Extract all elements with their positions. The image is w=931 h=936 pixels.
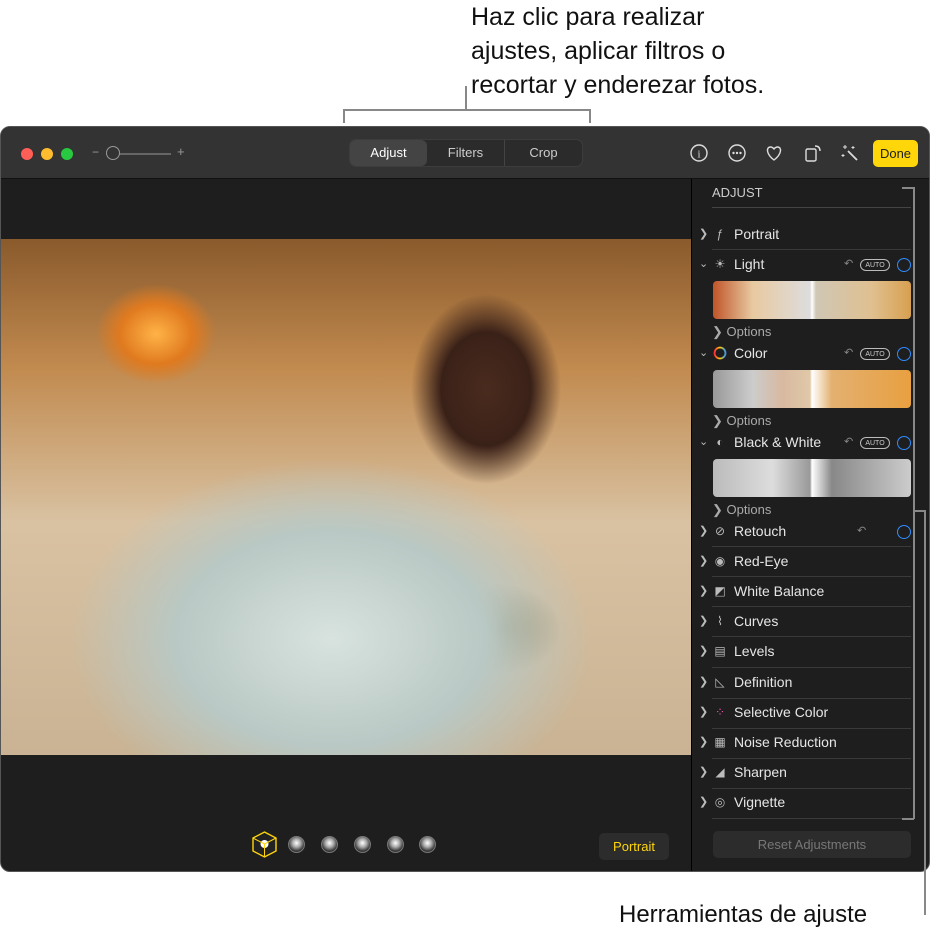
undo-icon[interactable]: ↶ xyxy=(844,257,853,270)
tool-curves[interactable]: ❯ ⌇ Curves xyxy=(699,611,911,637)
levels-icon: ▤ xyxy=(714,644,726,658)
auto-button[interactable]: AUTO xyxy=(860,259,890,271)
close-button[interactable] xyxy=(21,148,33,160)
zoom-out-icon: − xyxy=(92,145,100,159)
lighting-option-studio[interactable] xyxy=(321,836,338,853)
more-icon[interactable] xyxy=(727,143,747,163)
tool-vignette[interactable]: ❯ ◎ Vignette xyxy=(699,792,911,819)
undo-icon[interactable]: ↶ xyxy=(844,346,853,359)
chevron-right-icon: ❯ xyxy=(699,766,709,778)
rotate-icon[interactable] xyxy=(803,143,823,163)
tool-levels[interactable]: ❯ ▤ Levels xyxy=(699,641,911,668)
sidebar-heading: ADJUST xyxy=(712,185,763,200)
tool-white-balance[interactable]: ❯ ◩ White Balance xyxy=(699,581,911,607)
svg-text:i: i xyxy=(697,149,700,161)
zoom-in-icon: + xyxy=(177,144,185,159)
callout-line xyxy=(465,86,467,110)
chevron-right-icon: ❯ xyxy=(699,228,709,240)
callout-bracket xyxy=(343,109,590,111)
color-options[interactable]: ❯ Options xyxy=(712,413,771,429)
definition-icon: ◺ xyxy=(715,675,725,689)
chevron-down-icon: ⌄ xyxy=(699,258,709,270)
lighting-option-contour[interactable] xyxy=(354,836,371,853)
tool-light[interactable]: ⌄ ☀ Light ↶ AUTO xyxy=(692,254,912,278)
magic-wand-icon[interactable] xyxy=(840,143,860,163)
info-icon[interactable]: i xyxy=(689,143,709,163)
light-slider[interactable] xyxy=(713,281,911,319)
eye-icon: ◉ xyxy=(714,554,726,568)
black-white-slider[interactable] xyxy=(713,459,911,497)
portrait-button[interactable]: Portrait xyxy=(599,833,669,860)
tool-selective-color[interactable]: ❯ ⁘ Selective Color xyxy=(699,702,911,729)
tool-noise-reduction[interactable]: ❯ ▦ Noise Reduction xyxy=(699,732,911,759)
tool-red-eye[interactable]: ❯ ◉ Red-Eye xyxy=(699,551,911,577)
tab-adjust[interactable]: Adjust xyxy=(350,140,427,166)
reset-adjustments-button[interactable]: Reset Adjustments xyxy=(713,831,911,858)
enable-toggle[interactable] xyxy=(897,347,911,361)
chevron-right-icon: ❯ xyxy=(699,645,709,657)
done-button[interactable]: Done xyxy=(873,140,918,167)
enable-toggle[interactable] xyxy=(897,525,911,539)
callout-bottom: Herramientas de ajuste xyxy=(619,901,868,928)
chevron-right-icon: ❯ xyxy=(699,676,709,688)
white-balance-icon: ◩ xyxy=(714,584,726,598)
tool-retouch[interactable]: ❯ ⊘ Retouch ↶ xyxy=(699,521,911,547)
curves-icon: ⌇ xyxy=(717,614,723,628)
lighting-option-natural[interactable] xyxy=(288,836,305,853)
lighting-option-stage[interactable] xyxy=(387,836,404,853)
black-white-options[interactable]: ❯ Options xyxy=(712,502,771,518)
color-dots-icon: ⁘ xyxy=(714,705,726,719)
chevron-right-icon: ❯ xyxy=(699,555,709,567)
tool-definition[interactable]: ❯ ◺ Definition xyxy=(699,672,911,699)
auto-button[interactable]: AUTO xyxy=(860,348,890,360)
auto-button[interactable]: AUTO xyxy=(860,437,890,449)
portrait-lighting-cube-icon[interactable] xyxy=(252,831,277,858)
undo-icon[interactable]: ↶ xyxy=(857,524,866,537)
enable-toggle[interactable] xyxy=(897,436,911,450)
aperture-icon: ƒ xyxy=(716,227,724,241)
callout-top: Haz clic para realizar ajustes, aplicar … xyxy=(471,3,765,99)
chevron-right-icon: ❯ xyxy=(699,706,709,718)
lighting-option-stage-mono[interactable] xyxy=(419,836,436,853)
half-circle-icon: ◐ xyxy=(716,435,724,449)
chevron-right-icon: ❯ xyxy=(699,796,709,808)
sidebar-bracket xyxy=(913,187,915,819)
triangle-icon: ◢ xyxy=(715,765,725,779)
tab-crop[interactable]: Crop xyxy=(504,140,582,166)
sun-icon: ☀ xyxy=(714,257,726,271)
toolbar: − + Adjust Filters Crop i Done xyxy=(1,127,929,179)
vignette-icon: ◎ xyxy=(714,795,726,809)
chevron-down-icon: ⌄ xyxy=(699,436,709,448)
chevron-right-icon: ❯ xyxy=(699,525,709,537)
color-wheel-icon xyxy=(713,346,727,360)
bandage-icon: ⊘ xyxy=(714,524,726,538)
zoom-button[interactable] xyxy=(61,148,73,160)
chevron-down-icon: ⌄ xyxy=(699,347,709,359)
zoom-slider-knob[interactable] xyxy=(106,146,120,160)
noise-icon: ▦ xyxy=(714,735,726,749)
adjust-sidebar: ADJUST ❯ ƒ Portrait ⌄ ☀ Light ↶ AUTO ❯ Options… xyxy=(691,179,929,871)
minimize-button[interactable] xyxy=(41,148,53,160)
chevron-right-icon: ❯ xyxy=(699,736,709,748)
photos-window: − + Adjust Filters Crop i Done Portrait … xyxy=(0,126,930,872)
tool-black-white[interactable]: ⌄ ◐ Black & White ↶ AUTO xyxy=(692,432,912,456)
heart-icon[interactable] xyxy=(764,143,784,163)
enable-toggle[interactable] xyxy=(897,258,911,272)
light-options[interactable]: ❯ Options xyxy=(712,324,771,340)
chevron-right-icon: ❯ xyxy=(699,615,709,627)
tool-color[interactable]: ⌄ Color ↶ AUTO xyxy=(692,343,912,367)
undo-icon[interactable]: ↶ xyxy=(844,435,853,448)
edit-mode-tabs: Adjust Filters Crop xyxy=(349,139,583,167)
chevron-right-icon: ❯ xyxy=(699,585,709,597)
tab-filters[interactable]: Filters xyxy=(427,140,504,166)
tool-sharpen[interactable]: ❯ ◢ Sharpen xyxy=(699,762,911,789)
photo-preview[interactable] xyxy=(1,239,691,755)
color-slider[interactable] xyxy=(713,370,911,408)
tool-portrait[interactable]: ❯ ƒ Portrait xyxy=(699,224,911,250)
